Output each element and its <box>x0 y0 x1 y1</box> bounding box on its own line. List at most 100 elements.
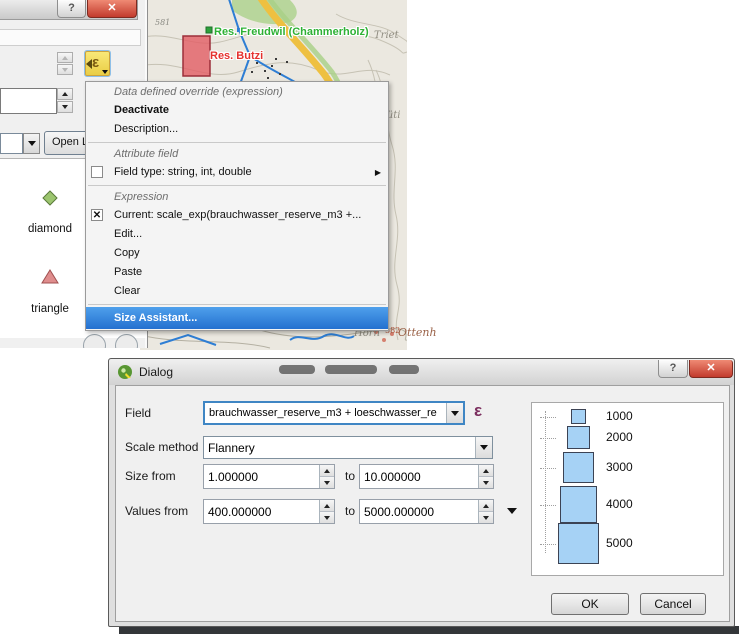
values-from-spinbox[interactable]: 400.000000 <box>203 499 335 524</box>
map-symbol-green-square <box>206 27 212 33</box>
help-button[interactable]: ? <box>658 360 688 378</box>
field-combobox-arrow[interactable] <box>446 403 463 423</box>
map-annotation: Ottenh <box>398 326 437 339</box>
menu-item-paste[interactable]: Paste <box>86 263 388 282</box>
map-annotation: Triet <box>374 30 399 41</box>
submenu-arrow-icon: ▶ <box>375 163 381 182</box>
size-to-value: 10.000000 <box>364 470 421 484</box>
menu-item-deactivate[interactable]: Deactivate <box>86 101 388 120</box>
scale-method-combobox[interactable]: Flannery <box>203 436 493 459</box>
preview-square-5000 <box>558 523 599 564</box>
menu-header-expression: Expression <box>86 188 388 206</box>
size-spinner-disabled <box>57 52 73 76</box>
map-station-label: Res. Freudwil (Chammerholz) <box>214 26 369 38</box>
expression-epsilon-icon[interactable]: ε <box>474 401 482 421</box>
scale-method-label: Scale method <box>125 440 198 454</box>
size-to-spinbox[interactable]: 10.000000 <box>359 464 494 489</box>
menu-item-description[interactable]: Description... <box>86 120 388 139</box>
values-dropdown-arrow[interactable] <box>507 508 517 514</box>
preview-value-label: 4000 <box>606 497 633 511</box>
dialog-titlebar[interactable]: Dialog ? ✕ <box>109 359 734 385</box>
angle-spinner[interactable] <box>57 88 73 114</box>
scale-method-value: Flannery <box>208 441 255 455</box>
chevron-down-icon <box>28 141 36 146</box>
menu-item-label: Clear <box>114 285 140 297</box>
preview-square-1000 <box>571 409 586 424</box>
menu-item-field-type-string-int-double[interactable]: Field type: string, int, double ▶ <box>86 163 388 182</box>
field-strip <box>0 29 141 46</box>
preview-square-2000 <box>567 426 590 449</box>
menu-item-label: Current: scale_exp(brauchwasser_reserve_… <box>114 209 361 221</box>
titlebar-smudge <box>389 365 419 374</box>
menu-item-current-scale-exp-brauchwasser-reserve-m3[interactable]: ✕ Current: scale_exp(brauchwasser_reserve… <box>86 206 388 225</box>
titlebar-smudge <box>279 365 315 374</box>
close-icon[interactable]: ✕ <box>87 0 137 18</box>
checked-checkbox[interactable]: ✕ <box>91 209 103 221</box>
background-window-edge <box>119 626 739 634</box>
screen: Res. Freudwil (Chammerholz) Res. Butzi 58… <box>0 0 739 634</box>
qgis-logo-icon <box>117 364 133 380</box>
size-from-label: Size from <box>125 469 176 483</box>
preview-value-label: 1000 <box>606 409 633 423</box>
preview-value-label: 5000 <box>606 536 633 550</box>
menu-item-label: Copy <box>114 247 140 259</box>
menu-item-label: Attribute field <box>114 148 178 160</box>
dialog-content: Field brauchwasser_reserve_m3 + loeschwa… <box>115 385 730 622</box>
menu-item-clear[interactable]: Clear <box>86 282 388 301</box>
map-symbol-red-square <box>183 36 210 76</box>
field-combobox[interactable]: brauchwasser_reserve_m3 + loeschwasser_r… <box>203 401 465 425</box>
field-value: brauchwasser_reserve_m3 + loeschwasser_r… <box>209 407 437 419</box>
map-annotation: 581 <box>155 18 170 27</box>
map-station-label: Res. Butzi <box>210 50 263 62</box>
epsilon-icon: ε <box>92 54 99 71</box>
preview-leader <box>540 468 556 469</box>
cancel-button[interactable]: Cancel <box>640 593 706 615</box>
values-to-value: 5000.000000 <box>364 505 434 519</box>
menu-item-copy[interactable]: Copy <box>86 244 388 263</box>
unchecked-checkbox[interactable] <box>91 166 103 178</box>
preview-leader <box>540 417 556 418</box>
to-label: to <box>345 504 355 518</box>
preview-value-label: 2000 <box>606 430 633 444</box>
titlebar-smudge <box>325 365 377 374</box>
data-defined-override-button[interactable]: ε <box>84 50 111 77</box>
ok-button[interactable]: OK <box>551 593 629 615</box>
scale-method-combobox-arrow[interactable] <box>475 437 492 458</box>
close-icon[interactable]: ✕ <box>689 360 733 378</box>
menu-item-label: Description... <box>114 123 178 135</box>
preview-leader <box>540 544 556 545</box>
menu-header-data-defined-override-expression: Data defined override (expression) <box>86 83 388 101</box>
menu-item-label: Deactivate <box>114 104 169 116</box>
preview-axis <box>545 411 546 553</box>
help-button[interactable]: ? <box>57 0 86 18</box>
to-label: to <box>345 469 355 483</box>
dropdown-arrow-icon <box>102 70 108 74</box>
values-to-spinbox[interactable]: 5000.000000 <box>359 499 494 524</box>
menu-item-label: Size Assistant... <box>114 312 197 324</box>
menu-item-label: Field type: string, int, double <box>114 166 252 178</box>
menu-item-label: Expression <box>114 191 168 203</box>
diamond-icon[interactable] <box>42 190 58 206</box>
menu-item-size-assistant[interactable]: Size Assistant... <box>86 307 388 329</box>
size-preview-panel: 1000 2000 3000 4000 5000 <box>531 402 724 576</box>
values-from-label: Values from <box>125 504 188 518</box>
preview-square-3000 <box>563 452 594 483</box>
override-menu: Data defined override (expression) Deacti… <box>85 81 389 331</box>
dialog-title: Dialog <box>139 365 173 379</box>
triangle-icon[interactable] <box>41 268 59 284</box>
preview-value-label: 3000 <box>606 460 633 474</box>
preview-leader <box>540 438 556 439</box>
unit-combobox[interactable] <box>0 133 23 154</box>
preview-leader <box>540 505 556 506</box>
size-from-spinbox[interactable]: 1.000000 <box>203 464 335 489</box>
unit-combobox-arrow[interactable] <box>23 133 40 154</box>
preview-square-4000 <box>560 486 597 523</box>
menu-item-label: Edit... <box>114 228 142 240</box>
values-from-value: 400.000000 <box>208 505 271 519</box>
menu-item-edit[interactable]: Edit... <box>86 225 388 244</box>
size-from-value: 1.000000 <box>208 470 258 484</box>
angle-field[interactable] <box>0 88 57 114</box>
size-assistant-dialog: Dialog ? ✕ Field brauchwasser_reserve_m3… <box>108 358 735 627</box>
menu-item-label: Paste <box>114 266 142 278</box>
menu-item-label: Data defined override (expression) <box>114 86 283 98</box>
